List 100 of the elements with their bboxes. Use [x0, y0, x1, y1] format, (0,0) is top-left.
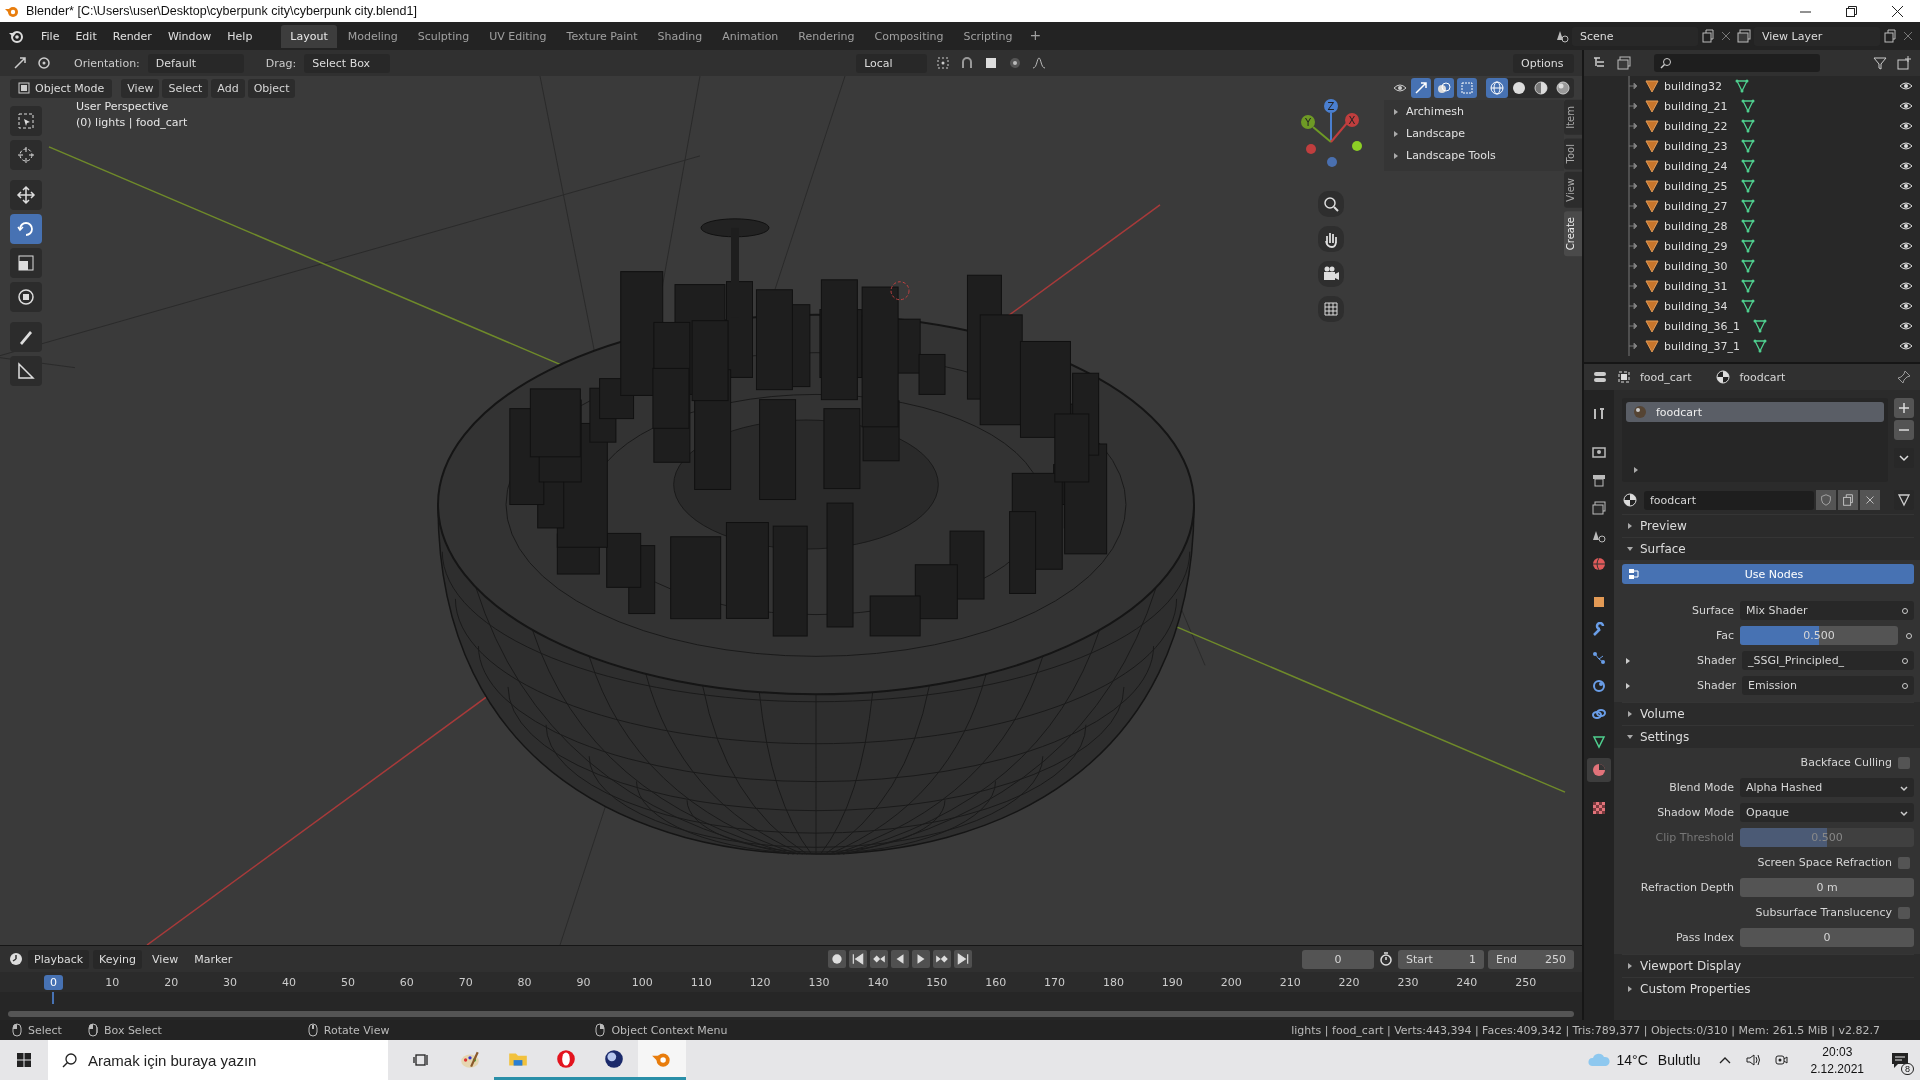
- tool-button[interactable]: [10, 282, 42, 312]
- tool-button[interactable]: [10, 356, 42, 386]
- panel-header[interactable]: Viewport Display: [1622, 954, 1914, 977]
- clock-time[interactable]: 20:03: [1822, 1044, 1853, 1059]
- outliner-item[interactable]: building_21: [1664, 99, 1728, 113]
- remove-icon[interactable]: [1894, 420, 1914, 440]
- use-nodes-button[interactable]: Use Nodes: [1622, 564, 1914, 584]
- menu-item[interactable]: Edit: [68, 26, 104, 46]
- shader-field[interactable]: Mix Shader: [1740, 601, 1914, 620]
- snap-icon[interactable]: [935, 55, 952, 71]
- properties-tab[interactable]: [1587, 758, 1611, 782]
- shader-field[interactable]: _SSGI_Principled_: [1742, 651, 1914, 670]
- falloff-curve-icon[interactable]: [1031, 55, 1048, 71]
- scene-field[interactable]: Scene: [1572, 26, 1698, 46]
- zoom-icon[interactable]: [1318, 191, 1344, 217]
- timeline-menu[interactable]: Keying: [93, 949, 143, 969]
- image-stack-icon[interactable]: [1616, 55, 1632, 71]
- drag-dropdown[interactable]: Select Box: [304, 53, 391, 73]
- outliner-item[interactable]: building_24: [1664, 159, 1728, 173]
- material-slot[interactable]: foodcart: [1626, 402, 1884, 422]
- play-reverse-icon[interactable]: [891, 950, 910, 968]
- menu-item[interactable]: Window: [160, 26, 219, 46]
- clock-icon[interactable]: [8, 951, 24, 967]
- shield-icon[interactable]: [1816, 490, 1836, 510]
- viewport-menu[interactable]: Object: [247, 78, 296, 98]
- pivot-dropdown[interactable]: Local: [856, 53, 928, 73]
- outliner-item[interactable]: building_25: [1664, 179, 1728, 193]
- mode-dropdown[interactable]: Object Mode: [10, 78, 113, 98]
- outliner-item[interactable]: building_31: [1664, 279, 1728, 293]
- pin-icon[interactable]: [1896, 369, 1912, 385]
- workspace-tab[interactable]: Compositing: [865, 24, 953, 48]
- clock-date[interactable]: 2.12.2021: [1810, 1061, 1864, 1076]
- x-axis-handle[interactable]: [1330, 113, 1359, 143]
- checkbox[interactable]: [1898, 856, 1910, 869]
- dropdown[interactable]: Alpha Hashed: [1740, 778, 1914, 797]
- material-ball-icon[interactable]: [1622, 492, 1638, 508]
- outliner-item[interactable]: building_30: [1664, 259, 1728, 273]
- negative-axis-handle[interactable]: [1306, 144, 1316, 154]
- overlay-toggle-icon[interactable]: [1434, 78, 1454, 98]
- number-field[interactable]: 0 m: [1740, 878, 1914, 897]
- workspace-tab[interactable]: Animation: [713, 24, 788, 48]
- gizmo-toggle-icon[interactable]: [1411, 78, 1431, 98]
- material-name-field[interactable]: foodcart: [1644, 490, 1814, 510]
- timeline-menu[interactable]: Playback: [28, 949, 90, 969]
- timeline-menu[interactable]: Marker: [188, 949, 239, 969]
- workspace-tab[interactable]: Sculpting: [408, 24, 479, 48]
- panel-header[interactable]: Preview: [1622, 514, 1914, 537]
- outliner-item[interactable]: building_29: [1664, 239, 1728, 253]
- workspace-tab[interactable]: Layout: [281, 24, 337, 48]
- jump-end-icon[interactable]: [954, 950, 973, 968]
- next-keyframe-icon[interactable]: [933, 950, 952, 968]
- addon-panel-header[interactable]: Archimesh: [1384, 102, 1564, 121]
- notification-icon[interactable]: [1890, 1050, 1910, 1070]
- tool-button[interactable]: [10, 322, 42, 352]
- viewport-menu[interactable]: Select: [162, 78, 209, 98]
- rotate-icon[interactable]: [36, 55, 52, 71]
- socket-dot-icon[interactable]: [1904, 630, 1914, 641]
- workspace-tab[interactable]: Rendering: [789, 24, 864, 48]
- tool-button[interactable]: [10, 140, 42, 170]
- menu-item[interactable]: Render: [105, 26, 159, 46]
- number-field[interactable]: 0: [1740, 928, 1914, 947]
- addon-panel-header[interactable]: Landscape: [1384, 124, 1564, 143]
- add-workspace-button[interactable]: +: [1023, 24, 1048, 48]
- outliner-item[interactable]: building_22: [1664, 119, 1728, 133]
- xray-icon[interactable]: [1457, 78, 1477, 98]
- transform-gizmo-icon[interactable]: [12, 55, 28, 71]
- viewport-menu[interactable]: View: [121, 78, 160, 98]
- scrollbar[interactable]: [8, 1011, 1574, 1017]
- expand-arrow-icon[interactable]: [1632, 466, 1640, 474]
- shader-field[interactable]: Emission: [1742, 676, 1914, 695]
- view-layer-field[interactable]: View Layer: [1754, 26, 1880, 46]
- tool-button[interactable]: [10, 214, 42, 244]
- viewport-menu[interactable]: Add: [211, 78, 245, 98]
- outliner-item[interactable]: building_37_1: [1664, 339, 1741, 353]
- checkbox[interactable]: [1898, 756, 1910, 769]
- search-field[interactable]: [1654, 54, 1820, 72]
- workspace-tab[interactable]: Shading: [648, 24, 712, 48]
- y-axis-handle[interactable]: [1301, 115, 1332, 143]
- start-frame-field[interactable]: Start 1: [1398, 949, 1484, 969]
- current-frame-field[interactable]: 0: [1302, 949, 1374, 969]
- hand-icon[interactable]: [1318, 226, 1344, 252]
- checkbox[interactable]: [1898, 906, 1910, 919]
- previous-keyframe-icon[interactable]: [870, 950, 889, 968]
- z-axis-handle[interactable]: [1324, 99, 1338, 143]
- menu-item[interactable]: File: [34, 26, 67, 46]
- sidebar-tab[interactable]: View: [1564, 172, 1582, 208]
- tool-button[interactable]: [10, 248, 42, 278]
- add-icon[interactable]: [1894, 398, 1914, 418]
- taskbar-search-field[interactable]: Aramak için buraya yazın: [48, 1040, 388, 1080]
- expand-arrow-icon[interactable]: [1624, 656, 1632, 665]
- dropdown[interactable]: Opaque: [1740, 803, 1914, 822]
- timeline-menu[interactable]: View: [146, 949, 185, 969]
- workspace-tab[interactable]: Scripting: [954, 24, 1022, 48]
- expand-arrow-icon[interactable]: [1624, 681, 1632, 690]
- panel-header[interactable]: Volume: [1622, 702, 1914, 725]
- orientation-dropdown[interactable]: Default: [147, 53, 244, 73]
- record-icon[interactable]: [828, 950, 847, 968]
- workspace-tab[interactable]: UV Editing: [480, 24, 556, 48]
- filter-icon[interactable]: [1872, 55, 1888, 71]
- outliner-item[interactable]: building_23: [1664, 139, 1728, 153]
